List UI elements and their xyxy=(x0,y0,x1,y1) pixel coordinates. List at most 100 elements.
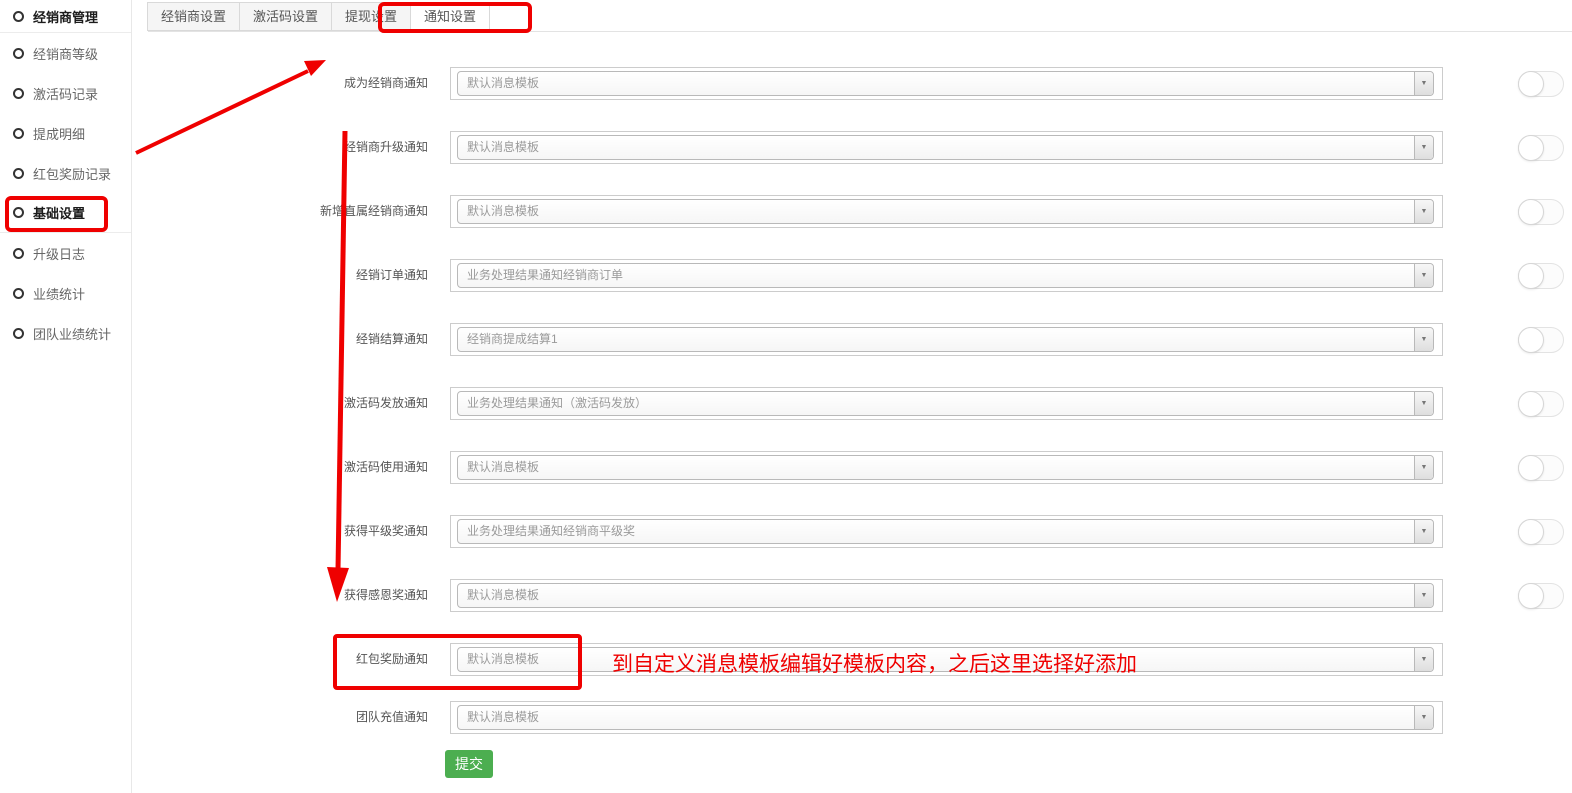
select-dropdown-button[interactable]: ▼ xyxy=(1414,136,1433,159)
row-label: 获得平级奖通知 xyxy=(0,515,428,548)
enable-toggle[interactable] xyxy=(1518,327,1564,353)
enable-toggle[interactable] xyxy=(1518,583,1564,609)
select-dropdown-button[interactable]: ▼ xyxy=(1414,584,1433,607)
select-value: 默认消息模板 xyxy=(467,706,539,729)
form-row: 激活码使用通知 默认消息模板 ▼ xyxy=(0,451,1572,484)
form-row: 经销订单通知 业务处理结果通知经销商订单▼ xyxy=(0,259,1572,292)
sidebar-item-label: 经销商管理 xyxy=(33,7,98,26)
form-row: 经销商升级通知 默认消息模板 ▼ xyxy=(0,131,1572,164)
template-select[interactable]: 默认消息模板 ▼ xyxy=(450,451,1443,484)
select-display: 默认消息模板 ▼ xyxy=(457,71,1434,96)
template-select[interactable]: 业务处理结果通知经销商平级奖 ▼ xyxy=(450,515,1443,548)
select-dropdown-button[interactable]: ▼ xyxy=(1414,648,1433,671)
row-label: 激活码使用通知 xyxy=(0,451,428,484)
caret-down-icon: ▼ xyxy=(1415,136,1433,159)
tabbar-underline xyxy=(148,31,1572,32)
caret-down-icon: ▼ xyxy=(1415,706,1433,729)
enable-toggle[interactable] xyxy=(1518,135,1564,161)
toggle-knob xyxy=(1518,199,1544,225)
toggle-knob xyxy=(1518,263,1544,289)
enable-toggle[interactable] xyxy=(1518,71,1564,97)
tab[interactable]: 经销商设置 xyxy=(147,2,240,31)
row-label: 经销商升级通知 xyxy=(0,131,428,164)
select-display: 业务处理结果通知（激活码发放）▼ xyxy=(457,391,1434,416)
select-display: 默认消息模板 ▼ xyxy=(457,455,1434,480)
select-value: 默认消息模板 xyxy=(467,72,539,95)
toggle-knob xyxy=(1518,391,1544,417)
toggle-knob xyxy=(1518,71,1544,97)
caret-down-icon: ▼ xyxy=(1415,584,1433,607)
circle-icon xyxy=(13,11,24,22)
row-label: 团队充值通知 xyxy=(0,701,428,734)
select-value: 业务处理结果通知经销商平级奖 xyxy=(467,520,635,543)
caret-down-icon: ▼ xyxy=(1415,648,1433,671)
select-display: 默认消息模板 ▼ xyxy=(457,705,1434,730)
sidebar-item-label: 经销商等级 xyxy=(33,44,98,63)
select-dropdown-button[interactable]: ▼ xyxy=(1414,328,1433,351)
tab[interactable]: 通知设置 xyxy=(410,2,490,31)
select-dropdown-button[interactable]: ▼ xyxy=(1414,200,1433,223)
select-value: 默认消息模板 xyxy=(467,648,539,671)
row-label: 激活码发放通知 xyxy=(0,387,428,420)
row-label: 经销结算通知 xyxy=(0,323,428,356)
enable-toggle[interactable] xyxy=(1518,455,1564,481)
select-value: 默认消息模板 xyxy=(467,136,539,159)
select-display: 默认消息模板 ▼ xyxy=(457,647,1434,672)
select-display: 业务处理结果通知经销商订单▼ xyxy=(457,263,1434,288)
sidebar-item-label: 红包奖励记录 xyxy=(33,164,111,183)
caret-down-icon: ▼ xyxy=(1415,200,1433,223)
enable-toggle[interactable] xyxy=(1518,263,1564,289)
toggle-knob xyxy=(1518,455,1544,481)
select-dropdown-button[interactable]: ▼ xyxy=(1414,456,1433,479)
form-row: 团队充值通知 默认消息模板 ▼ xyxy=(0,701,1572,734)
select-value: 经销商提成结算1 xyxy=(467,328,558,351)
form-row: 新增直属经销商通知默认消息模板▼ xyxy=(0,195,1572,228)
select-dropdown-button[interactable]: ▼ xyxy=(1414,392,1433,415)
caret-down-icon: ▼ xyxy=(1415,520,1433,543)
sidebar-item[interactable]: 经销商管理 xyxy=(0,0,131,33)
tabbar: 经销商设置激活码设置提现设置通知设置 xyxy=(148,2,490,31)
select-value: 默认消息模板 xyxy=(467,456,539,479)
enable-toggle[interactable] xyxy=(1518,199,1564,225)
tab[interactable]: 激活码设置 xyxy=(239,2,332,31)
select-display: 默认消息模板 ▼ xyxy=(457,583,1434,608)
template-select[interactable]: 默认消息模板 ▼ xyxy=(450,643,1443,676)
template-select[interactable]: 业务处理结果通知经销商订单▼ xyxy=(450,259,1443,292)
row-label: 红包奖励通知 xyxy=(0,643,428,676)
submit-button[interactable]: 提交 xyxy=(445,750,493,778)
template-select[interactable]: 默认消息模板 ▼ xyxy=(450,195,1443,228)
template-select[interactable]: 默认消息模板 ▼ xyxy=(450,131,1443,164)
toggle-knob xyxy=(1518,135,1544,161)
select-display: 默认消息模板 ▼ xyxy=(457,135,1434,160)
template-select[interactable]: 默认消息模板 ▼ xyxy=(450,579,1443,612)
enable-toggle[interactable] xyxy=(1518,519,1564,545)
circle-icon xyxy=(13,168,24,179)
form-row: 红包奖励通知 默认消息模板 ▼ xyxy=(0,643,1572,676)
form-row: 获得平级奖通知 业务处理结果通知经销商平级奖 ▼ xyxy=(0,515,1572,548)
select-display: 默认消息模板 ▼ xyxy=(457,199,1434,224)
caret-down-icon: ▼ xyxy=(1415,328,1433,351)
template-select[interactable]: 经销商提成结算1 ▼ xyxy=(450,323,1443,356)
toggle-knob xyxy=(1518,583,1544,609)
select-dropdown-button[interactable]: ▼ xyxy=(1414,72,1433,95)
tab[interactable]: 提现设置 xyxy=(331,2,411,31)
row-label: 经销订单通知 xyxy=(0,259,428,292)
toggle-knob xyxy=(1518,519,1544,545)
circle-icon xyxy=(13,48,24,59)
form-row: 获得感恩奖通知 默认消息模板 ▼ xyxy=(0,579,1572,612)
caret-down-icon: ▼ xyxy=(1415,456,1433,479)
template-select[interactable]: 默认消息模板 ▼ xyxy=(450,701,1443,734)
select-dropdown-button[interactable]: ▼ xyxy=(1414,706,1433,729)
select-dropdown-button[interactable]: ▼ xyxy=(1414,264,1433,287)
template-select[interactable]: 业务处理结果通知（激活码发放）▼ xyxy=(450,387,1443,420)
select-value: 默认消息模板 xyxy=(467,584,539,607)
caret-down-icon: ▼ xyxy=(1415,392,1433,415)
select-value: 默认消息模板 xyxy=(467,200,539,223)
row-label: 成为经销商通知 xyxy=(0,67,428,100)
enable-toggle[interactable] xyxy=(1518,391,1564,417)
template-select[interactable]: 默认消息模板 ▼ xyxy=(450,67,1443,100)
row-label: 获得感恩奖通知 xyxy=(0,579,428,612)
caret-down-icon: ▼ xyxy=(1415,72,1433,95)
circle-icon xyxy=(13,248,24,259)
select-dropdown-button[interactable]: ▼ xyxy=(1414,520,1433,543)
